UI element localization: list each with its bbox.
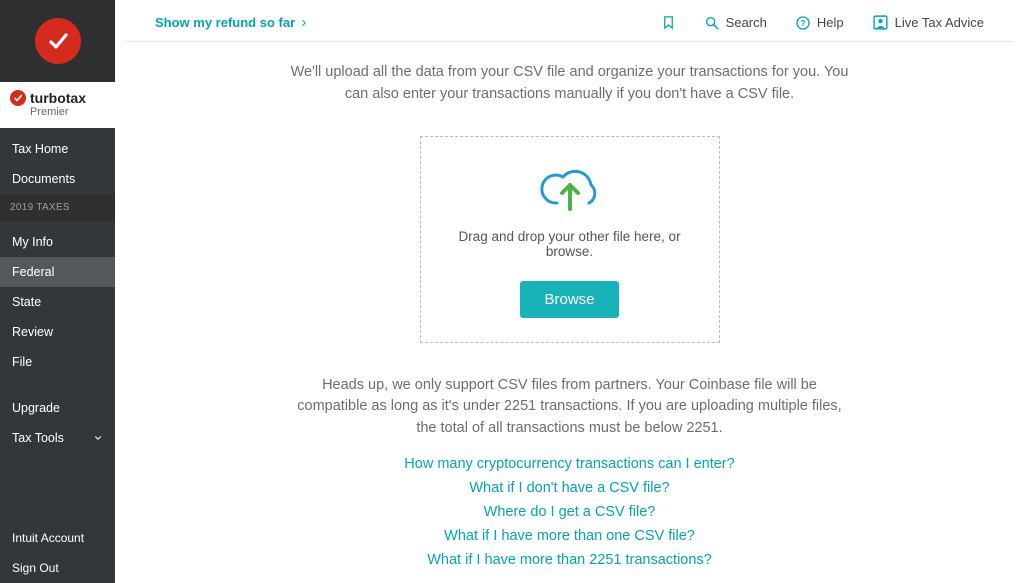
svg-text:?: ? [800,19,805,28]
dropzone[interactable]: Drag and drop your other file here, or b… [420,136,720,343]
search-action[interactable]: Search [704,15,767,31]
nav-file[interactable]: File [0,347,115,377]
cloud-upload-icon [441,165,699,215]
live-advice-action[interactable]: Live Tax Advice [872,14,984,31]
faq-links: How many cryptocurrency transactions can… [175,456,964,568]
nav-primary: Tax Home Documents [0,128,115,194]
brand-check-icon [10,90,26,106]
top-actions: Search ? Help Live Tax Advice [661,14,984,31]
nav-my-info[interactable]: My Info [0,227,115,257]
refund-link-label: Show my refund so far [155,15,295,30]
person-icon [872,14,889,31]
nav-review[interactable]: Review [0,317,115,347]
chevron-right-icon [299,18,309,28]
live-advice-label: Live Tax Advice [895,15,984,30]
help-label: Help [817,15,844,30]
nav-bottom: Intuit Account Sign Out [0,523,115,583]
bookmark-action[interactable] [661,15,676,30]
intro-text: We'll upload all the data from your CSV … [290,62,850,106]
sidebar: turbotax Premier Tax Home Documents 2019… [0,0,115,583]
search-label: Search [726,15,767,30]
brand-block: turbotax Premier [0,82,115,128]
browse-button[interactable]: Browse [520,281,618,318]
faq-link-over-limit[interactable]: What if I have more than 2251 transactio… [175,552,964,568]
faq-link-no-csv[interactable]: What if I don't have a CSV file? [175,480,964,496]
faq-link-multi-csv[interactable]: What if I have more than one CSV file? [175,528,964,544]
heads-up-text: Heads up, we only support CSV files from… [290,375,850,440]
logo-icon [35,18,81,64]
bookmark-icon [661,15,676,30]
help-icon: ? [795,15,811,31]
logo-block [0,0,115,82]
faq-link-where-csv[interactable]: Where do I get a CSV file? [175,504,964,520]
topbar: Show my refund so far Search ? [125,0,1014,42]
nav-tax-tools[interactable]: Tax Tools [0,423,115,453]
nav-tools: Upgrade Tax Tools [0,387,115,453]
nav-section-header: 2019 TAXES [0,194,115,221]
nav-tax-tools-label: Tax Tools [12,431,64,445]
nav-documents[interactable]: Documents [0,164,115,194]
drop-label: Drag and drop your other file here, or b… [441,229,699,259]
chevron-down-icon [93,433,103,443]
nav-sign-out[interactable]: Sign Out [0,553,115,583]
nav-state[interactable]: State [0,287,115,317]
nav-tax-items: My Info Federal State Review File [0,221,115,377]
main: Show my refund so far Search ? [115,0,1024,583]
brand-edition: Premier [30,106,105,118]
content: We'll upload all the data from your CSV … [115,42,1024,583]
nav-federal[interactable]: Federal [0,257,115,287]
nav-intuit-account[interactable]: Intuit Account [0,523,115,553]
brand-name: turbotax [30,90,86,106]
nav-upgrade[interactable]: Upgrade [0,393,115,423]
faq-link-transactions-limit[interactable]: How many cryptocurrency transactions can… [175,456,964,472]
search-icon [704,15,720,31]
nav-tax-home[interactable]: Tax Home [0,134,115,164]
refund-link[interactable]: Show my refund so far [155,15,309,30]
help-action[interactable]: ? Help [795,15,844,31]
